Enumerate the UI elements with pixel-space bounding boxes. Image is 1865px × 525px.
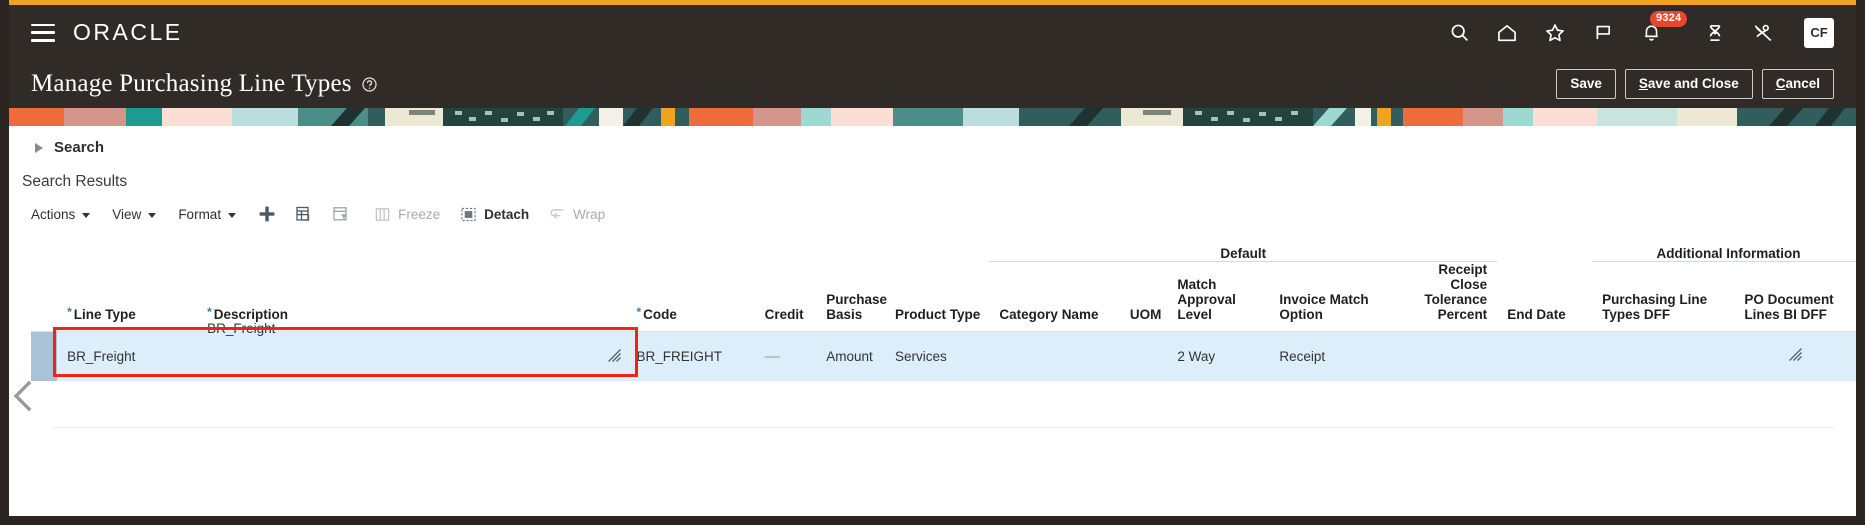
help-icon[interactable] <box>361 76 378 93</box>
chevron-down-icon <box>148 212 157 218</box>
cell-credit-value: — <box>764 347 780 365</box>
column-header-invoice-match-option[interactable]: Invoice Match Option <box>1269 261 1400 332</box>
po-dff-resize-handle-icon[interactable] <box>1788 347 1803 362</box>
search-results-table-wrapper: Default Additional Information * Line Typ… <box>9 233 1856 428</box>
user-avatar[interactable]: CF <box>1804 17 1834 48</box>
search-results-label: Search Results <box>22 173 128 190</box>
column-header-purchasing-line-types-dff[interactable]: Purchasing Line Types DFF <box>1592 261 1735 332</box>
cell-match-approval-level[interactable]: 2 Way <box>1167 331 1269 381</box>
required-asterisk-icon: * <box>67 304 72 319</box>
chevron-down-icon <box>228 212 237 218</box>
accessibility-icon[interactable] <box>1750 20 1776 46</box>
column-header-match-approval-level[interactable]: Match Approval Level <box>1167 261 1270 332</box>
actions-menu-label: Actions <box>31 206 76 222</box>
detach-button[interactable]: Detach <box>460 206 529 223</box>
format-menu-label: Format <box>178 206 222 222</box>
search-section-label[interactable]: Search <box>54 139 104 156</box>
save-and-close-label-rest: ave and Close <box>1647 76 1739 91</box>
column-header-description-label: Description <box>213 306 288 322</box>
global-header-icons: 9324 CF <box>1446 10 1834 48</box>
group-spacer-left <box>31 233 989 261</box>
row-selector-header <box>31 261 58 332</box>
wrap-label: Wrap <box>573 206 606 222</box>
freeze-button[interactable]: Freeze <box>374 206 440 223</box>
decorative-banner-strip <box>9 108 1856 126</box>
table-bottom-separator <box>53 427 1834 428</box>
navigator-menu-icon[interactable] <box>31 23 55 42</box>
column-header-credit[interactable]: Credit <box>754 261 817 332</box>
settings-actions-icon[interactable] <box>1702 20 1728 46</box>
home-icon[interactable] <box>1494 20 1520 46</box>
add-row-icon[interactable] <box>258 205 276 223</box>
notification-count-badge[interactable]: 9324 <box>1650 10 1688 27</box>
column-header-uom[interactable]: UOM <box>1119 261 1168 332</box>
save-button[interactable]: Save <box>1556 69 1616 99</box>
global-header-bottom-row: Manage Purchasing Line Types Save Save a… <box>9 60 1856 108</box>
column-header-line-type[interactable]: * Line Type <box>57 261 198 332</box>
cancel-label-rest: ancel <box>1785 76 1820 91</box>
page-title: Manage Purchasing Line Types <box>31 70 352 97</box>
page-action-buttons: Save Save and Close Cancel <box>1556 69 1834 99</box>
column-header-end-date[interactable]: End Date <box>1497 261 1593 332</box>
global-header-top-row: ORACLE 9324 CF <box>9 5 1856 60</box>
cancel-button[interactable]: Cancel <box>1761 69 1834 99</box>
cell-end-date[interactable] <box>1497 331 1592 381</box>
view-menu[interactable]: View <box>112 206 157 222</box>
group-spacer-mid <box>1497 233 1592 261</box>
cell-product-type[interactable]: Services <box>885 331 989 381</box>
cell-uom[interactable] <box>1120 331 1167 381</box>
duplicate-row-icon[interactable] <box>295 205 313 223</box>
table-toolbar: Actions View Format Freeze Detach Wrap <box>9 191 1856 233</box>
cell-po-document-lines-bi-dff[interactable] <box>1734 331 1856 381</box>
cell-purchasing-line-types-dff[interactable] <box>1592 331 1734 381</box>
application-window: ORACLE 9324 CF Manage Purchasing Line Ty… <box>0 0 1865 525</box>
cell-description[interactable]: BR_Freight <box>197 321 626 381</box>
cell-receipt-close-tolerance-percent[interactable] <box>1400 331 1497 381</box>
chevron-down-icon <box>82 212 91 218</box>
search-icon[interactable] <box>1446 20 1472 46</box>
table-row[interactable]: BR_Freight BR_Freight BR_FREIGHT — Amoun… <box>31 321 1856 381</box>
column-header-code-label: Code <box>643 306 677 322</box>
search-disclosure-row: Search <box>9 126 1856 167</box>
cell-invoice-match-option[interactable]: Receipt <box>1269 331 1399 381</box>
cell-category-name[interactable] <box>989 331 1119 381</box>
column-header-product-type[interactable]: Product Type <box>885 261 990 332</box>
column-header-category-name[interactable]: Category Name <box>989 261 1120 332</box>
table-header-row: * Line Type * Description * Code Credit Pur… <box>31 261 1856 332</box>
save-and-close-button[interactable]: Save and Close <box>1624 69 1753 99</box>
query-by-example-icon[interactable] <box>332 205 350 223</box>
column-header-code[interactable]: * Code <box>626 261 755 332</box>
wrap-button[interactable]: Wrap <box>549 206 605 223</box>
global-header: ORACLE 9324 CF Manage Purchasing Line Ty… <box>9 5 1856 108</box>
favorites-star-icon[interactable] <box>1542 20 1568 46</box>
required-asterisk-icon: * <box>636 304 642 319</box>
oracle-logo[interactable]: ORACLE <box>73 19 183 46</box>
cell-credit[interactable]: — <box>755 331 817 381</box>
default-group-header: Default <box>989 233 1498 262</box>
required-asterisk-icon: * <box>207 304 212 319</box>
cell-purchase-basis[interactable]: Amount <box>816 331 885 381</box>
column-header-po-document-lines-bi-dff[interactable]: PO Document Lines BI DFF <box>1734 261 1856 332</box>
column-header-line-type-label: Line Type <box>73 306 136 322</box>
description-resize-handle-icon[interactable] <box>607 348 622 363</box>
cell-line-type[interactable]: BR_Freight <box>57 331 197 381</box>
view-menu-label: View <box>112 206 142 222</box>
expand-collapse-triangle-icon[interactable] <box>35 142 43 153</box>
freeze-label: Freeze <box>398 206 441 222</box>
cell-code[interactable]: BR_FREIGHT <box>626 331 754 381</box>
cell-description-value: BR_Freight <box>207 320 276 336</box>
detach-label: Detach <box>484 206 530 222</box>
additional-information-group-header: Additional Information <box>1592 233 1856 262</box>
column-header-receipt-close-tolerance-percent[interactable]: Receipt Close Tolerance Percent <box>1399 261 1498 332</box>
purchasing-line-types-table: Default Additional Information * Line Typ… <box>31 233 1856 381</box>
column-header-purchase-basis[interactable]: Purchase Basis <box>816 261 887 332</box>
flag-icon[interactable] <box>1590 20 1616 46</box>
actions-menu[interactable]: Actions <box>31 206 91 222</box>
row-selector-cell[interactable] <box>31 331 58 381</box>
column-group-row: Default Additional Information <box>31 233 1856 262</box>
format-menu[interactable]: Format <box>178 206 237 222</box>
page-content: Search Search Results Actions View Forma… <box>9 126 1856 428</box>
notifications-bell-icon[interactable]: 9324 <box>1638 10 1688 46</box>
